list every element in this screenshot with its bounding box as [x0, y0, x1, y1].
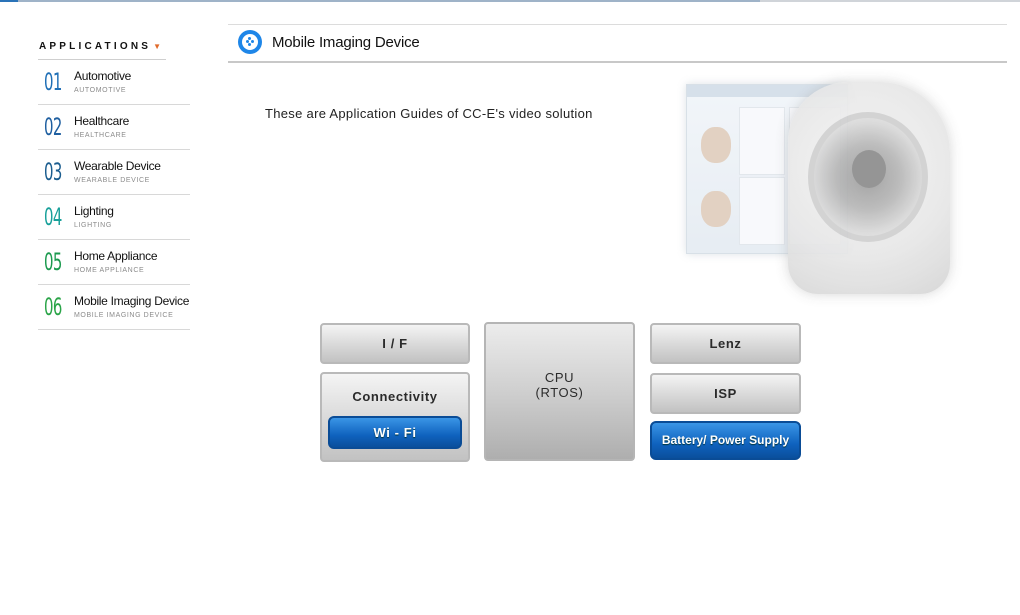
- device-icon: [238, 30, 262, 54]
- sidebar-item-sublabel: MOBILE IMAGING DEVICE: [74, 312, 174, 319]
- page-header: Mobile Imaging Device: [228, 24, 1007, 63]
- icon-dot: [251, 40, 254, 43]
- icon-dot: [248, 37, 251, 40]
- sidebar-item-sublabel: HOME APPLIANCE: [74, 267, 145, 274]
- sidebar-item-mobile-imaging-device[interactable]: 06 Mobile Imaging Device MOBILE IMAGING …: [38, 285, 190, 330]
- sidebar-item-label: Lighting: [74, 204, 114, 218]
- sidebar-item-lighting[interactable]: 04 Lighting LIGHTING: [38, 195, 190, 240]
- sidebar-item-number: 05: [44, 248, 62, 276]
- sidebar-item-number: 06: [44, 293, 62, 321]
- connectivity-label: Connectivity: [352, 389, 438, 404]
- sidebar-item-healthcare[interactable]: 02 Healthcare HEALTHCARE: [38, 105, 190, 150]
- sidebar-item-label: Home Appliance: [74, 249, 158, 263]
- intro-text: These are Application Guides of CC-E's v…: [265, 106, 593, 121]
- sidebar-item-label: Automotive: [74, 69, 132, 83]
- sidebar-item-number: 03: [44, 158, 62, 186]
- skin-analyzer-device: [788, 82, 950, 294]
- sidebar-item-number: 04: [44, 203, 62, 231]
- sidebar-title: APPLICATIONS ▼: [39, 40, 190, 54]
- top-border-right: [760, 0, 1020, 2]
- lenz-block: Lenz: [650, 323, 801, 364]
- sidebar-item-sublabel: AUTOMOTIVE: [74, 87, 127, 94]
- sidebar-item-sublabel: WEARABLE DEVICE: [74, 177, 150, 184]
- analysis-panel: [739, 107, 785, 175]
- sidebar-item-number: 02: [44, 113, 62, 141]
- connectivity-block: Connectivity Wi - Fi: [320, 372, 470, 462]
- wifi-block: Wi - Fi: [328, 416, 462, 449]
- page-title: Mobile Imaging Device: [272, 34, 420, 51]
- device-ring: [808, 112, 928, 242]
- isp-block: ISP: [650, 373, 801, 414]
- if-block: I / F: [320, 323, 470, 364]
- device-lens: [852, 150, 886, 188]
- battery-power-supply-block: Battery/ Power Supply: [650, 421, 801, 460]
- sidebar-item-label: Healthcare: [74, 114, 130, 128]
- face-photo: [701, 191, 731, 227]
- cpu-sublabel: (RTOS): [535, 385, 584, 400]
- sidebar-item-label: Wearable Device: [74, 159, 161, 173]
- sidebar-item-wearable-device[interactable]: 03 Wearable Device WEARABLE DEVICE: [38, 150, 190, 195]
- sidebar-item-automotive[interactable]: 01 Automotive AUTOMOTIVE: [38, 60, 190, 105]
- icon-dot: [248, 43, 251, 46]
- sidebar-item-sublabel: LIGHTING: [74, 222, 112, 229]
- sidebar-item-sublabel: HEALTHCARE: [74, 132, 127, 139]
- sidebar-title-text: APPLICATIONS: [39, 41, 152, 52]
- cpu-block: CPU (RTOS): [484, 322, 635, 461]
- sidebar-item-label: Mobile Imaging Device: [74, 294, 190, 308]
- sidebar-item-number: 01: [44, 68, 62, 96]
- caret-down-icon: ▼: [153, 42, 162, 51]
- cpu-label: CPU: [544, 370, 575, 385]
- sidebar-item-home-appliance[interactable]: 05 Home Appliance HOME APPLIANCE: [38, 240, 190, 285]
- face-photo: [701, 127, 731, 163]
- analysis-panel: [739, 177, 785, 245]
- sidebar: APPLICATIONS ▼ 01 Automotive AUTOMOTIVE 0…: [38, 40, 190, 330]
- top-border-accent: [0, 0, 18, 2]
- product-image: [680, 72, 955, 302]
